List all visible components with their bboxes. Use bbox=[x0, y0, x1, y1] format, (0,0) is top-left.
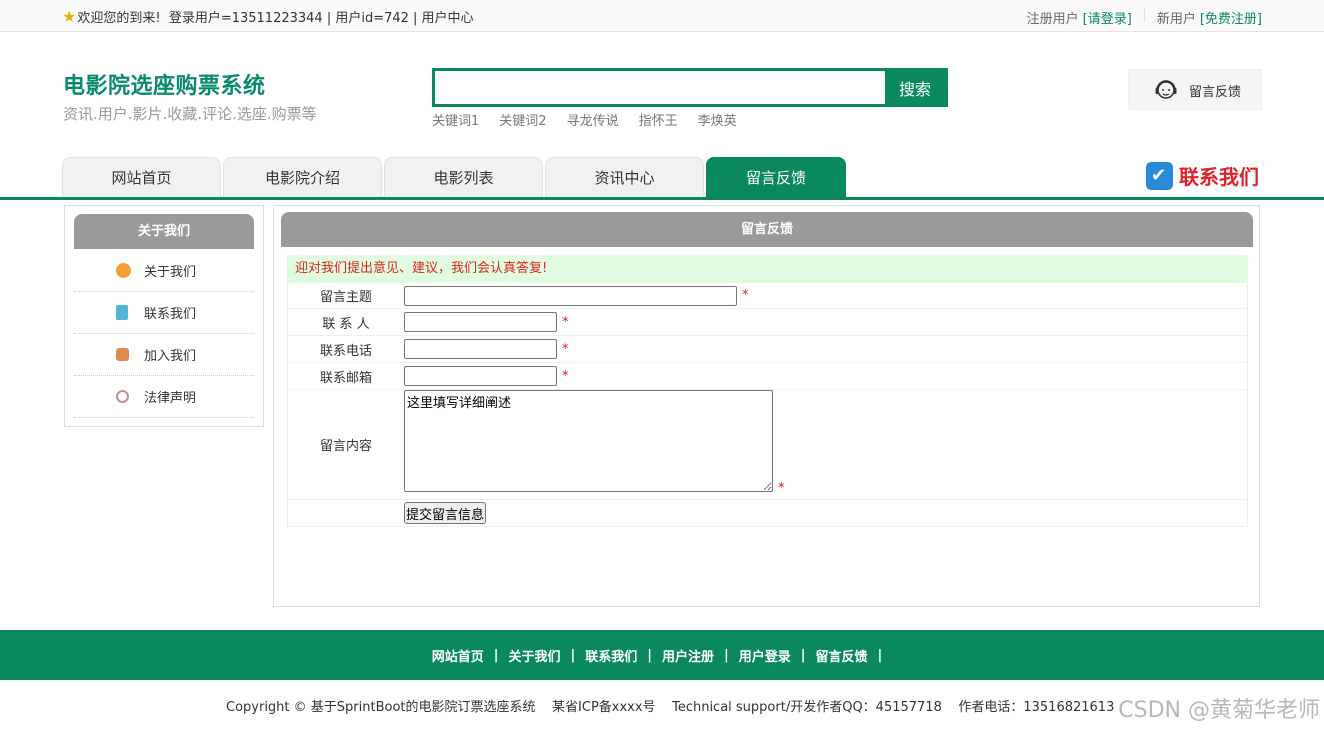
sidebar-menu: 关于我们 联系我们 加入我们 法律声明 bbox=[74, 250, 254, 418]
contact-label: 联 系 人 bbox=[322, 316, 370, 332]
submit-button[interactable]: 提交留言信息 bbox=[404, 502, 487, 524]
footer-link-register[interactable]: 用户注册 bbox=[662, 646, 714, 665]
brand: 电影院选座购票系统 资讯.用户.影片.收藏.评论.选座.购票等 bbox=[63, 68, 317, 124]
content-label: 留言内容 bbox=[319, 439, 372, 454]
phone-label: 联系电话 bbox=[319, 343, 372, 359]
contact-us-banner[interactable]: 联系我们 bbox=[1146, 161, 1259, 190]
site-title[interactable]: 电影院选座购票系统 bbox=[63, 68, 317, 100]
main-nav: 网站首页 电影院介绍 电影列表 资讯中心 留言反馈 bbox=[62, 157, 846, 198]
tab-news[interactable]: 资讯中心 bbox=[545, 157, 704, 198]
sidebar-item-contact[interactable]: 联系我们 bbox=[74, 292, 254, 334]
phone-icon bbox=[1146, 161, 1173, 190]
required-mark: * bbox=[562, 368, 569, 384]
form-row: 联系邮箱 * bbox=[287, 363, 1248, 390]
welcome-area: ★ 欢迎您的到来! 登录用户=13511223344 | 用户id=742 | … bbox=[62, 7, 474, 26]
form-row: 提交留言信息 bbox=[287, 500, 1248, 527]
email-label: 联系邮箱 bbox=[319, 370, 372, 386]
required-mark: * bbox=[778, 481, 785, 496]
account-links: 注册用户 [请登录] 新用户 [免费注册] bbox=[1027, 8, 1262, 27]
divider bbox=[1143, 8, 1145, 22]
register-link[interactable]: [免费注册] bbox=[1200, 8, 1262, 27]
content-textarea[interactable]: 这里填写详细阐述 bbox=[404, 390, 773, 492]
feedback-panel: 留言反馈 迎对我们提出意见、建议，我们会认真答复! 留言主题 * 联 系 人 *… bbox=[273, 205, 1260, 607]
phone-input[interactable] bbox=[404, 339, 557, 359]
contact-us-label: 联系我们 bbox=[1179, 165, 1259, 189]
feedback-shortcut[interactable]: 留言反馈 bbox=[1128, 69, 1262, 110]
search-box: 搜索 bbox=[432, 68, 948, 107]
form-row: 留言主题 * bbox=[287, 283, 1248, 309]
form-row: 留言内容 这里填写详细阐述 * bbox=[287, 390, 1248, 500]
subject-input[interactable] bbox=[404, 285, 737, 306]
sidebar-item-label: 关于我们 bbox=[144, 265, 197, 280]
footer-link-feedback[interactable]: 留言反馈 bbox=[816, 646, 868, 665]
form-row: 联系电话 * bbox=[287, 336, 1248, 363]
new-user-label: 新用户 bbox=[1156, 12, 1196, 27]
site-subtitle: 资讯.用户.影片.收藏.评论.选座.购票等 bbox=[63, 105, 317, 123]
sidebar-item-legal[interactable]: 法律声明 bbox=[74, 376, 254, 418]
notice-text: 迎对我们提出意见、建议，我们会认真答复! bbox=[287, 255, 1248, 283]
tab-feedback[interactable]: 留言反馈 bbox=[706, 157, 846, 198]
top-bar: ★ 欢迎您的到来! 登录用户=13511223344 | 用户id=742 | … bbox=[0, 0, 1324, 32]
footer-link-about[interactable]: 关于我们 bbox=[508, 646, 560, 665]
tab-cinema-intro[interactable]: 电影院介绍 bbox=[223, 157, 382, 198]
panel-title: 留言反馈 bbox=[281, 212, 1253, 247]
watermark: CSDN @黄菊华老师 bbox=[1118, 698, 1320, 723]
tab-home[interactable]: 网站首页 bbox=[62, 157, 221, 198]
email-input[interactable] bbox=[404, 366, 557, 386]
sidebar-title: 关于我们 bbox=[74, 214, 254, 249]
search-input[interactable] bbox=[435, 71, 887, 104]
customer-service-icon bbox=[1155, 80, 1177, 99]
star-icon: ★ bbox=[62, 7, 77, 26]
welcome-text: 欢迎您的到来! 登录用户=13511223344 | 用户id=742 | 用户… bbox=[77, 11, 474, 26]
footer-nav: 网站首页 | 关于我们 | 联系我们 | 用户注册 | 用户登录 | 留言反馈 | bbox=[0, 630, 1324, 680]
hot-keyword[interactable]: 寻龙传说 bbox=[567, 110, 619, 129]
sidebar: 关于我们 关于我们 联系我们 加入我们 法律声明 bbox=[64, 205, 264, 427]
sidebar-item-label: 加入我们 bbox=[144, 349, 197, 364]
sidebar-item-about[interactable]: 关于我们 bbox=[74, 250, 254, 292]
registered-user-label: 注册用户 bbox=[1026, 12, 1079, 27]
nav-underline bbox=[0, 197, 1324, 200]
tab-movie-list[interactable]: 电影列表 bbox=[384, 157, 543, 198]
sidebar-item-label: 法律声明 bbox=[144, 391, 197, 406]
hot-keyword[interactable]: 指怀王 bbox=[639, 110, 678, 129]
power-icon bbox=[116, 390, 129, 403]
feedback-shortcut-label: 留言反馈 bbox=[1189, 85, 1242, 100]
footer-link-contact[interactable]: 联系我们 bbox=[585, 646, 637, 665]
footer-link-login[interactable]: 用户登录 bbox=[739, 646, 791, 665]
required-mark: * bbox=[742, 288, 749, 303]
hot-keyword[interactable]: 李焕英 bbox=[698, 110, 737, 129]
form-row: 联 系 人 * bbox=[287, 309, 1248, 336]
subject-label: 留言主题 bbox=[319, 290, 372, 305]
required-mark: * bbox=[562, 314, 569, 330]
clipboard-icon bbox=[116, 305, 128, 320]
hot-keywords: 关键词1 关键词2 寻龙传说 指怀王 李焕英 bbox=[432, 110, 737, 129]
hot-keyword[interactable]: 关键词2 bbox=[499, 110, 546, 129]
required-mark: * bbox=[562, 341, 569, 357]
feedback-form: 留言主题 * 联 系 人 * 联系电话 * 联系邮箱 * 留言内容 这里填写详细… bbox=[287, 283, 1248, 527]
footer-link-home[interactable]: 网站首页 bbox=[432, 646, 484, 665]
hot-keyword[interactable]: 关键词1 bbox=[432, 110, 479, 129]
sidebar-item-label: 联系我们 bbox=[144, 307, 197, 322]
lock-icon bbox=[116, 348, 129, 361]
search-button[interactable]: 搜索 bbox=[885, 71, 945, 104]
login-link[interactable]: [请登录] bbox=[1083, 8, 1132, 27]
info-icon bbox=[116, 263, 131, 278]
sidebar-item-join[interactable]: 加入我们 bbox=[74, 334, 254, 376]
contact-input[interactable] bbox=[404, 312, 557, 332]
